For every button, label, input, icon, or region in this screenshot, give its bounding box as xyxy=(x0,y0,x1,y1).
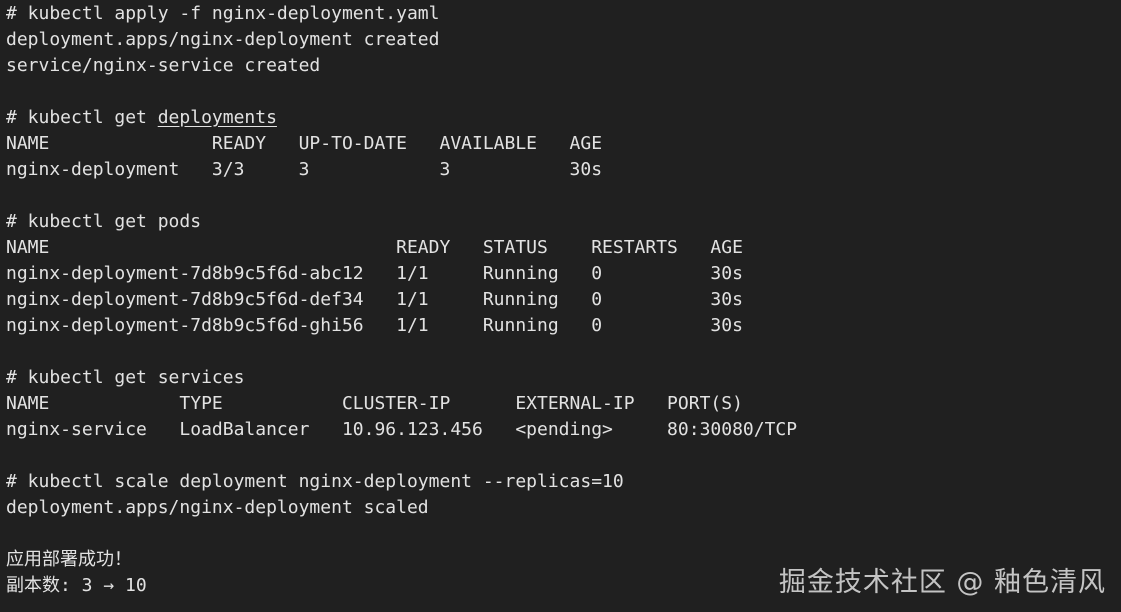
deployments-link[interactable]: deployments xyxy=(158,107,277,128)
command-prefix: # kubectl get xyxy=(6,107,158,128)
services-table-row: nginx-service LoadBalancer 10.96.123.456… xyxy=(6,419,798,440)
services-table-header: NAME TYPE CLUSTER-IP EXTERNAL-IP PORT(S) xyxy=(6,393,743,414)
pods-table-row: nginx-deployment-7d8b9c5f6d-ghi56 1/1 Ru… xyxy=(6,315,743,336)
watermark: 掘金技术社区 @ 釉色清风 xyxy=(778,567,1106,598)
command-get-pods: # kubectl get pods xyxy=(6,211,202,232)
deployments-table-header: NAME READY UP-TO-DATE AVAILABLE AGE xyxy=(6,133,603,154)
deployments-table-row: nginx-deployment 3/3 3 3 30s xyxy=(6,159,603,180)
command-get-services: # kubectl get services xyxy=(6,367,245,388)
pods-table-row: nginx-deployment-7d8b9c5f6d-abc12 1/1 Ru… xyxy=(6,263,743,284)
command-apply: # kubectl apply -f nginx-deployment.yaml xyxy=(6,3,440,24)
output-deployment-scaled: deployment.apps/nginx-deployment scaled xyxy=(6,497,429,518)
command-get-deployments: # kubectl get deployments xyxy=(6,105,1121,131)
terminal-window[interactable]: # kubectl apply -f nginx-deployment.yaml… xyxy=(6,1,1121,599)
output-deployment-created: deployment.apps/nginx-deployment created xyxy=(6,29,440,50)
pods-table-header: NAME READY STATUS RESTARTS AGE xyxy=(6,237,743,258)
pods-table-row: nginx-deployment-7d8b9c5f6d-def34 1/1 Ru… xyxy=(6,289,743,310)
output-service-created: service/nginx-service created xyxy=(6,55,321,76)
command-scale: # kubectl scale deployment nginx-deploym… xyxy=(6,471,624,492)
